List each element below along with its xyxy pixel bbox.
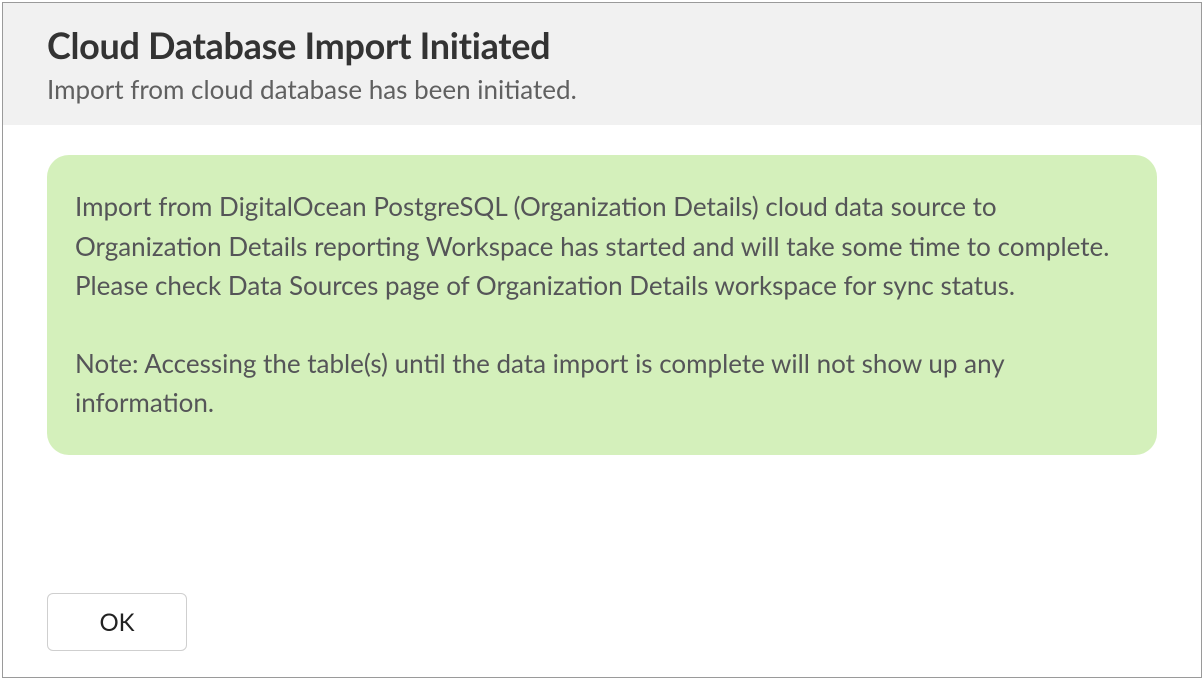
dialog-subtitle: Import from cloud database has been init… <box>47 73 1157 105</box>
import-dialog: Cloud Database Import Initiated Import f… <box>2 2 1202 678</box>
dialog-footer: OK <box>3 593 1201 677</box>
dialog-body: Import from DigitalOcean PostgreSQL (Org… <box>3 125 1201 593</box>
message-paragraph-1: Import from DigitalOcean PostgreSQL (Org… <box>75 187 1129 306</box>
success-message-box: Import from DigitalOcean PostgreSQL (Org… <box>47 155 1157 455</box>
ok-button[interactable]: OK <box>47 593 187 651</box>
dialog-header: Cloud Database Import Initiated Import f… <box>3 3 1201 125</box>
message-gap <box>75 306 1129 344</box>
message-paragraph-2: Note: Accessing the table(s) until the d… <box>75 344 1129 423</box>
dialog-title: Cloud Database Import Initiated <box>47 23 1157 67</box>
